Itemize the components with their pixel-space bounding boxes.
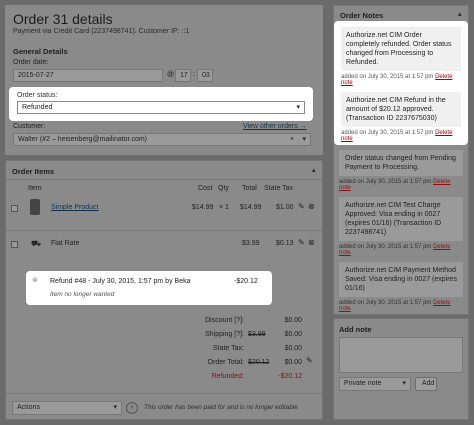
note-meta: added on July 30, 2015 at 1:57 pm: [339, 300, 432, 306]
note-text: Authorize.net CIM Order completely refun…: [341, 27, 461, 71]
order-date-label: Order date:: [13, 59, 49, 66]
add-note-heading: Add note: [339, 325, 372, 334]
order-total-value: $0.00: [284, 359, 302, 366]
divider: [6, 230, 322, 231]
col-cost: Cost: [198, 185, 213, 192]
order-status-box: Order status: Refunded ▾: [11, 89, 311, 119]
apply-action-button[interactable]: ›: [126, 402, 138, 414]
col-total: Total: [242, 185, 257, 192]
chevron-down-icon: ▾: [402, 380, 406, 387]
chevron-down-icon: ▾: [296, 104, 300, 111]
order-status-select[interactable]: Refunded ▾: [17, 101, 305, 114]
order-locked-note: This order has been paid for and is no l…: [144, 404, 298, 411]
order-items-panel: Order Items ▴ Item Cost Qty Total State …: [5, 160, 323, 420]
customer-value: Walter (#2 – heisenberg@mailinator.com): [18, 136, 148, 143]
at-label: @: [167, 71, 175, 78]
refund-remove-icon[interactable]: ⊗: [32, 276, 38, 286]
note-text: Authorize.net CIM Payment Method Saved: …: [339, 262, 463, 297]
row-total: $14.99: [240, 204, 262, 211]
product-name-link[interactable]: Simple Product: [51, 204, 98, 211]
actions-value: Actions: [17, 404, 40, 411]
add-note-section: Add note Private note ▾ Add: [333, 318, 469, 420]
shipping-method-name: Flat Rate: [51, 240, 80, 247]
refund-amount: -$20.12: [234, 278, 258, 285]
divider: [6, 179, 322, 180]
close-icon[interactable]: ×: [290, 134, 294, 145]
state-tax-value: $0.00: [284, 345, 302, 352]
order-subtitle: Payment via Credit Card (2237498741). Cu…: [13, 28, 190, 35]
refunded-value: -$20.12: [278, 373, 302, 380]
hour-input[interactable]: 17: [175, 69, 191, 82]
edit-icon[interactable]: ✎: [298, 238, 305, 248]
chevron-down-icon: ▾: [302, 136, 306, 143]
notes-highlight: Authorize.net CIM Order completely refun…: [336, 23, 466, 143]
discount-label: Discount [?]:: [205, 317, 244, 324]
notes-list-rest: Order status changed from Pending Paymen…: [339, 150, 463, 318]
shipping-truck-icon: ⛟: [31, 239, 42, 248]
note-text: Order status changed from Pending Paymen…: [339, 150, 463, 176]
order-status-value: Refunded: [22, 104, 53, 111]
panel-toggle-icon[interactable]: ▴: [312, 166, 316, 174]
col-item: Item: [28, 185, 42, 192]
row-checkbox[interactable]: [11, 205, 18, 212]
refund-text: Refund #48 - July 30, 2015, 1:57 pm by B…: [50, 278, 191, 285]
row-checkbox[interactable]: [11, 241, 18, 248]
note-text: Authorize.net CIM Refund in the amount o…: [341, 92, 461, 127]
delete-icon[interactable]: ⊗: [308, 238, 315, 248]
delete-icon[interactable]: ⊗: [308, 202, 315, 212]
discount-value: $0.00: [284, 317, 302, 324]
refunded-label: Refunded:: [211, 373, 244, 380]
customer-select[interactable]: Walter (#2 – heisenberg@mailinator.com) …: [13, 133, 311, 146]
panel-toggle-icon[interactable]: ▴: [458, 10, 462, 18]
actions-select[interactable]: Actions ▾: [12, 401, 122, 415]
row-cost: $14.99: [192, 204, 214, 211]
order-status-label: Order status:: [17, 92, 58, 99]
note-text: Authorize.net CIM Test Charge Approved: …: [339, 197, 463, 241]
row-total: $3.99: [242, 240, 260, 247]
colon-separator: :: [193, 71, 195, 78]
note-meta: added on July 30, 2015 at 1:57 pm: [341, 130, 434, 136]
note-type-value: Private note: [344, 380, 382, 387]
note-meta: added on July 30, 2015 at 1:57 pm: [341, 74, 434, 80]
note-type-select[interactable]: Private note ▾: [339, 377, 411, 391]
row-tax: $0.13: [276, 240, 294, 247]
chevron-down-icon: ▾: [113, 404, 117, 411]
col-qty: Qty: [218, 185, 229, 192]
order-date-input[interactable]: 2015-07-27: [13, 69, 163, 82]
general-details-heading: General Details: [13, 47, 68, 56]
note-textarea[interactable]: [339, 337, 463, 373]
shipping-old-value: $3.99: [248, 331, 266, 338]
note-meta: added on July 30, 2015 at 1:57 pm: [339, 179, 432, 185]
product-thumbnail-icon: [30, 199, 40, 215]
refund-reason: Item no longer wanted: [50, 291, 115, 298]
table-row: Simple Product $14.99 × 1 $14.99 $1.00 ✎…: [6, 197, 322, 221]
page-title: Order 31 details: [13, 11, 113, 27]
note-item: Authorize.net CIM Test Charge Approved: …: [339, 197, 463, 256]
shipping-value: $0.00: [284, 331, 302, 338]
customer-label: Customer:: [13, 123, 46, 130]
note-meta: added on July 30, 2015 at 1:57 pm: [339, 244, 432, 250]
table-row: ⛟ Flat Rate $3.99 $0.13 ✎ ⊗: [6, 235, 322, 255]
divider: [6, 393, 322, 394]
row-tax: $1.00: [276, 204, 294, 211]
add-note-button[interactable]: Add: [415, 377, 437, 391]
note-item: Order status changed from Pending Paymen…: [339, 150, 463, 191]
order-notes-heading: Order Notes: [340, 11, 384, 20]
order-total-label: Order Total:: [207, 359, 244, 366]
note-item: Authorize.net CIM Order completely refun…: [341, 27, 461, 86]
order-total-old-value: $20.12: [248, 359, 270, 366]
edit-icon[interactable]: ✎: [306, 356, 313, 366]
note-item: Authorize.net CIM Payment Method Saved: …: [339, 262, 463, 312]
minute-input[interactable]: 03: [197, 69, 213, 82]
col-state-tax: State Tax: [264, 185, 294, 192]
view-other-orders-link[interactable]: View other orders →: [243, 123, 307, 130]
state-tax-label: State Tax:: [212, 345, 244, 352]
row-qty: × 1: [219, 204, 229, 211]
note-item: Authorize.net CIM Refund in the amount o…: [341, 92, 461, 142]
order-details-panel: Order 31 details Payment via Credit Card…: [5, 5, 323, 155]
refund-row: ⊗ Refund #48 - July 30, 2015, 1:57 pm by…: [28, 273, 270, 303]
shipping-label: Shipping [?]:: [205, 331, 244, 338]
order-items-heading: Order Items: [12, 167, 55, 176]
edit-icon[interactable]: ✎: [298, 202, 305, 212]
